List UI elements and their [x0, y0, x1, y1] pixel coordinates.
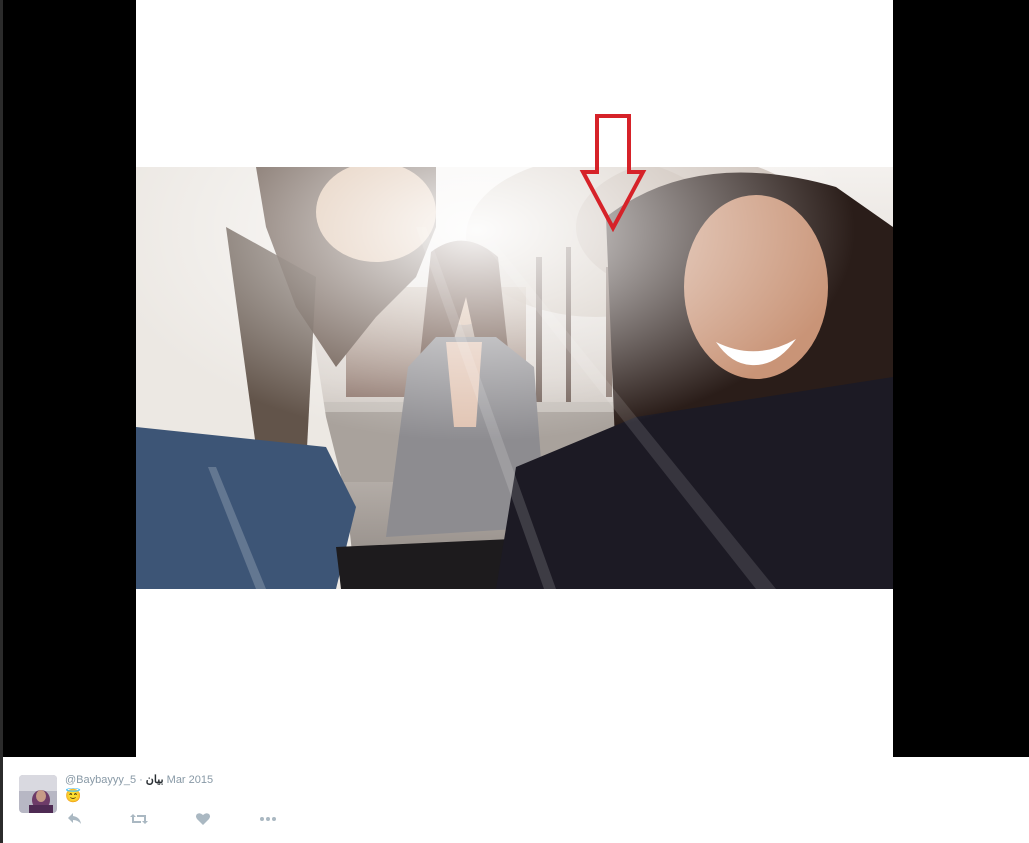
username-link[interactable]: @Baybayyy_ [65, 774, 130, 786]
red-arrow-annotation [579, 114, 647, 233]
more-icon[interactable] [259, 812, 276, 826]
tweet-photo[interactable] [136, 167, 893, 589]
viewer-edge [0, 0, 3, 843]
media-viewer [0, 0, 1029, 757]
tweet-text: 😇 [65, 788, 82, 803]
separator: · [139, 774, 143, 786]
reply-icon[interactable] [67, 812, 83, 826]
avatar[interactable] [19, 775, 57, 813]
media-frame [136, 0, 893, 757]
tweet-header: @Baybayyy_ بيان·5 Mar 2015 [65, 774, 213, 787]
favorite-icon[interactable] [195, 812, 211, 826]
tweet-footer: @Baybayyy_ بيان·5 Mar 2015 😇 [3, 757, 1029, 843]
retweet-icon[interactable] [130, 812, 148, 826]
display-name[interactable]: بيان [146, 774, 164, 786]
